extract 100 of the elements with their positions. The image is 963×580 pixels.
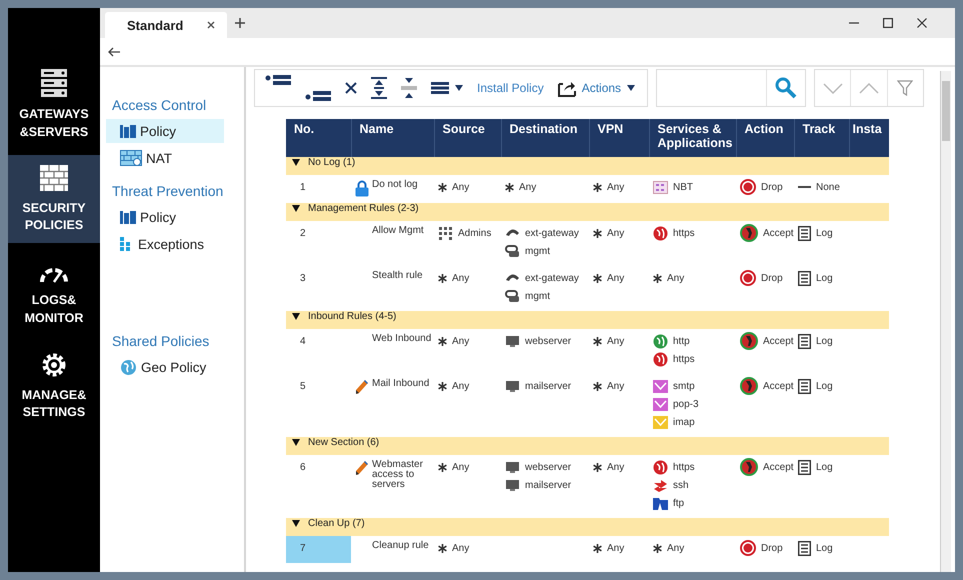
- back-arrow-icon: [108, 46, 120, 56]
- rule-row[interactable]: 1 Do not log Any Any Any NBT Drop None: [286, 175, 889, 203]
- asterisk-icon: [593, 382, 602, 390]
- caret-icon: [627, 85, 636, 91]
- scrollbar[interactable]: [940, 71, 951, 572]
- network-icon: [653, 180, 668, 194]
- rule-row[interactable]: 7 Cleanup rule Any Any Any Drop Log: [286, 536, 889, 563]
- rule-number[interactable]: 3: [286, 266, 351, 311]
- add-rule-icon: [265, 75, 291, 87]
- column-header[interactable]: Insta: [849, 119, 889, 157]
- section-header[interactable]: Clean Up (7): [286, 518, 889, 536]
- section-icon: [371, 77, 387, 99]
- rule-row[interactable]: 5 Mail Inbound Any mailserver Any smtp pop-3 imap Accept Log: [286, 374, 889, 437]
- nav-item[interactable]: Policy: [106, 119, 224, 143]
- chevron-up-icon: [858, 82, 879, 94]
- document-tab[interactable]: Standard: [105, 12, 228, 38]
- sidebar-item[interactable]: SECURITY POLICIES: [8, 155, 100, 243]
- export-icon: [558, 79, 576, 97]
- rule-number[interactable]: 2: [286, 221, 351, 266]
- column-header[interactable]: Source: [434, 119, 501, 157]
- group-icon: [438, 226, 453, 240]
- book-icon: [120, 210, 136, 224]
- vpn-object: Any: [607, 228, 624, 238]
- service-object: NBT: [673, 182, 693, 192]
- nav-item[interactable]: Exceptions: [106, 232, 224, 256]
- column-header[interactable]: VPN: [589, 119, 649, 157]
- asterisk-icon: [593, 462, 602, 472]
- nav-item[interactable]: Geo Policy: [106, 355, 224, 379]
- column-header[interactable]: Services & Applications: [649, 119, 736, 157]
- section-heading: Shared Policies: [112, 332, 210, 351]
- pencil-icon: [355, 460, 369, 476]
- rule-number[interactable]: 4: [286, 329, 351, 374]
- action-label: Drop: [761, 272, 783, 284]
- folder-icon: [653, 496, 668, 510]
- nav-item[interactable]: NAT: [106, 146, 224, 170]
- source-object: Any: [452, 182, 470, 192]
- maximize-button[interactable]: [881, 16, 895, 30]
- new-tab-button[interactable]: [233, 16, 248, 30]
- rule-number[interactable]: 1: [286, 175, 351, 203]
- rule-number[interactable]: 5: [286, 374, 351, 437]
- section-heading: Access Control: [112, 96, 208, 115]
- section-header[interactable]: New Section (6): [286, 437, 889, 455]
- install-policy-link[interactable]: Install Policy: [473, 78, 548, 98]
- asterisk-icon: [438, 274, 447, 282]
- rule-row[interactable]: 3 Stealth rule Any ext-gateway mgmt Any Any Drop Log: [286, 266, 889, 311]
- section-header[interactable]: Management Rules (2-3): [286, 203, 889, 221]
- action-label: Accept: [763, 380, 794, 392]
- rule-row[interactable]: 6 Webmaster access to servers Any webserver mailserver Any https ssh ftp Accept Log: [286, 455, 889, 518]
- close-window-button[interactable]: [915, 16, 929, 30]
- accept-icon: [740, 377, 758, 395]
- rule-name: Stealth rule: [372, 271, 423, 281]
- rule-name: Allow Mgmt: [372, 226, 424, 236]
- asterisk-icon: [505, 182, 514, 192]
- source-object: Any: [452, 380, 470, 392]
- rule-row[interactable]: 2 Allow Mgmt Admins ext-gateway mgmt Any https Accept Log: [286, 221, 889, 266]
- caret-icon: [455, 85, 463, 91]
- section-title: Management Rules (2-3): [308, 203, 419, 214]
- column-header[interactable]: Destination: [501, 119, 589, 157]
- column-header[interactable]: Action: [736, 119, 794, 157]
- destination-object: mailserver: [525, 380, 572, 392]
- section-title: No Log (1): [308, 157, 356, 168]
- maximize-icon: [883, 18, 893, 28]
- section-title: Clean Up (7): [308, 518, 365, 529]
- monitor-icon: [505, 380, 520, 392]
- asterisk-icon: [438, 336, 447, 346]
- rule-row[interactable]: 4 Web Inbound Any webserver Any http https Accept Log: [286, 329, 889, 374]
- section-header[interactable]: Inbound Rules (4-5): [286, 311, 889, 329]
- search-field[interactable]: [656, 69, 806, 107]
- envelope-icon: [653, 398, 668, 410]
- section-heading: Threat Prevention: [112, 182, 224, 201]
- back-button[interactable]: [108, 46, 120, 56]
- asterisk-icon: [438, 462, 447, 472]
- service-object: https: [673, 462, 695, 472]
- service-object: imap: [673, 416, 695, 428]
- track-label: Log: [816, 228, 833, 238]
- nav-item[interactable]: Policy: [106, 205, 224, 229]
- column-header[interactable]: No.: [286, 119, 351, 157]
- source-object: Any: [452, 542, 470, 554]
- source-object: Any: [452, 336, 470, 346]
- vpn-object: Any: [607, 462, 624, 472]
- rule-number[interactable]: 7: [286, 536, 351, 563]
- log-icon: [798, 226, 811, 240]
- rule-name: Web Inbound: [372, 334, 432, 344]
- actions-button[interactable]: Actions: [554, 76, 640, 100]
- action-label: Accept: [763, 462, 794, 472]
- vpn-object: Any: [607, 182, 624, 192]
- close-tab-button[interactable]: [205, 19, 218, 31]
- destination-object: mgmt: [525, 246, 550, 256]
- service-object: Any: [667, 272, 684, 284]
- section-header[interactable]: No Log (1): [286, 157, 889, 175]
- column-header[interactable]: Name: [351, 119, 434, 157]
- rule-number[interactable]: 6: [286, 455, 351, 518]
- drop-icon: [740, 270, 756, 286]
- service-object: pop-3: [673, 398, 699, 410]
- lock-icon: [355, 180, 369, 197]
- asterisk-icon: [593, 336, 602, 346]
- column-header[interactable]: Track: [794, 119, 849, 157]
- service-object: ftp: [673, 498, 684, 508]
- section-title: Inbound Rules (4-5): [308, 311, 396, 322]
- destination-object: ext-gateway: [525, 272, 579, 284]
